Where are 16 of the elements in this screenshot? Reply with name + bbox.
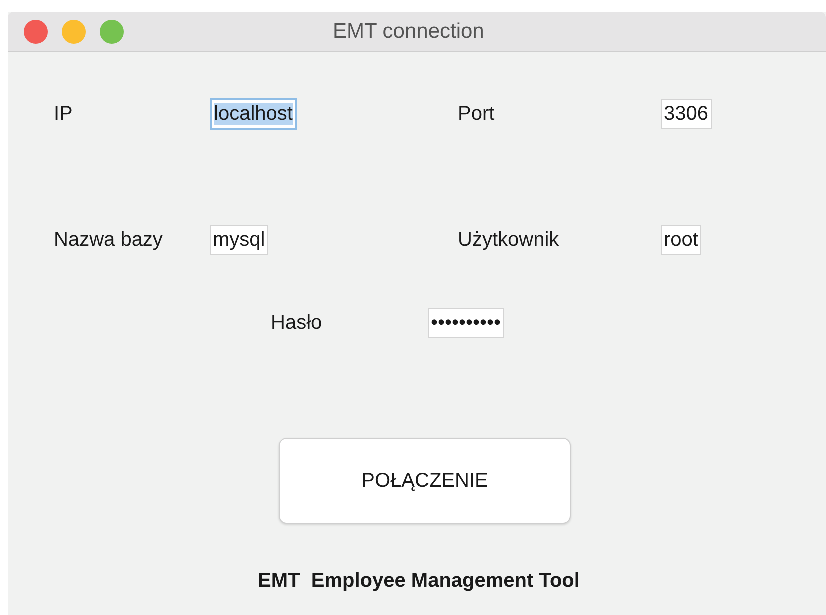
minimize-icon[interactable] — [62, 20, 86, 44]
close-icon[interactable] — [24, 20, 48, 44]
field-label: Nazwa bazy — [54, 228, 164, 253]
field-label: IP — [54, 102, 74, 127]
field-label: Port — [458, 102, 496, 127]
field-label: Użytkownik — [458, 228, 560, 253]
text-field[interactable]: mysql — [210, 225, 268, 255]
footer-text: EMT Employee Management Tool — [258, 569, 580, 594]
field-label: Hasło — [271, 311, 324, 336]
window-title: EMT connection — [333, 18, 484, 45]
text-field[interactable]: localhost — [210, 98, 297, 130]
zoom-icon[interactable] — [100, 20, 124, 44]
connect-button[interactable]: POŁĄCZENIE — [279, 438, 571, 524]
text-field[interactable]: •••••••••• — [428, 308, 504, 338]
text-field[interactable]: 3306 — [661, 99, 712, 129]
text-field[interactable]: root — [661, 225, 702, 255]
